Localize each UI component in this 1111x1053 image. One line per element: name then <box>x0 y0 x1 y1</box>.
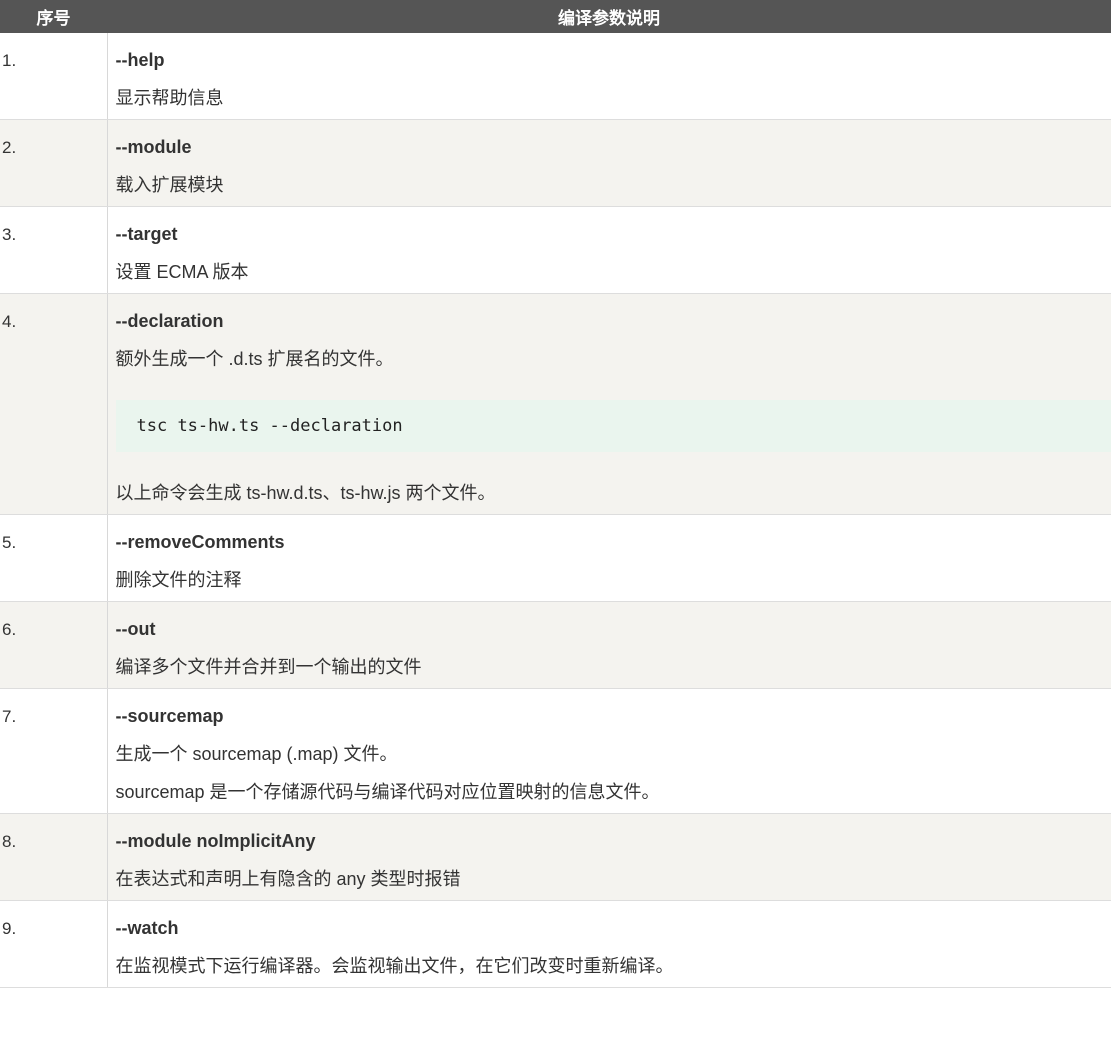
option-flag: --removeComments <box>115 532 285 552</box>
row-number: 4. <box>0 293 108 515</box>
option-flag: --watch <box>115 918 179 938</box>
option-description: 显示帮助信息 <box>115 88 224 108</box>
table-row: 4. --declaration 额外生成一个 .d.ts 扩展名的文件。 ts… <box>0 293 1111 515</box>
row-number: 8. <box>0 813 108 901</box>
row-description-cell: --target 设置 ECMA 版本 <box>107 206 1111 294</box>
table-row: 6. --out 编译多个文件并合并到一个输出的文件 <box>0 601 1111 689</box>
row-number: 2. <box>0 119 108 207</box>
option-flag: --declaration <box>115 311 224 331</box>
option-flag: --target <box>115 224 178 244</box>
code-example: tsc ts-hw.ts --declaration <box>115 400 1111 452</box>
table-row: 9. --watch 在监视模式下运行编译器。会监视输出文件，在它们改变时重新编… <box>0 900 1111 988</box>
option-flag: --help <box>115 50 165 70</box>
option-description: 生成一个 sourcemap (.map) 文件。 <box>115 744 398 764</box>
table-header: 序号 编译参数说明 <box>0 0 1111 33</box>
table-row: 3. --target 设置 ECMA 版本 <box>0 206 1111 294</box>
table-row: 1. --help 显示帮助信息 <box>0 33 1111 120</box>
table-row: 8. --module noImplicitAny 在表达式和声明上有隐含的 a… <box>0 813 1111 901</box>
table-body: 1. --help 显示帮助信息 2. --module 载入扩展模块 3. -… <box>0 33 1111 988</box>
option-description: 额外生成一个 .d.ts 扩展名的文件。 <box>115 349 394 369</box>
option-description-extra: sourcemap 是一个存储源代码与编译代码对应位置映射的信息文件。 <box>115 782 660 802</box>
row-description-cell: --module 载入扩展模块 <box>107 119 1111 207</box>
option-description: 删除文件的注释 <box>115 570 242 590</box>
row-description-cell: --removeComments 删除文件的注释 <box>107 514 1111 602</box>
option-flag: --out <box>115 619 156 639</box>
row-number: 6. <box>0 601 108 689</box>
row-number: 9. <box>0 900 108 988</box>
row-description-cell: --module noImplicitAny 在表达式和声明上有隐含的 any … <box>107 813 1111 901</box>
row-description-cell: --help 显示帮助信息 <box>107 33 1111 120</box>
option-description: 载入扩展模块 <box>115 175 224 195</box>
table-row: 5. --removeComments 删除文件的注释 <box>0 514 1111 602</box>
compiler-options-table: 序号 编译参数说明 1. --help 显示帮助信息 2. --module 载… <box>0 0 1111 988</box>
row-number: 7. <box>0 688 108 814</box>
table-row: 2. --module 载入扩展模块 <box>0 119 1111 207</box>
row-description-cell: --watch 在监视模式下运行编译器。会监视输出文件，在它们改变时重新编译。 <box>107 900 1111 988</box>
option-description: 编译多个文件并合并到一个输出的文件 <box>115 657 422 677</box>
option-flag: --module <box>115 137 192 157</box>
option-flag: --module noImplicitAny <box>115 831 316 851</box>
row-number: 5. <box>0 514 108 602</box>
option-flag: --sourcemap <box>115 706 224 726</box>
row-number: 3. <box>0 206 108 294</box>
header-number: 序号 <box>0 0 107 33</box>
row-description-cell: --out 编译多个文件并合并到一个输出的文件 <box>107 601 1111 689</box>
option-description: 在监视模式下运行编译器。会监视输出文件，在它们改变时重新编译。 <box>115 956 674 976</box>
table-row: 7. --sourcemap 生成一个 sourcemap (.map) 文件。… <box>0 688 1111 814</box>
option-description: 在表达式和声明上有隐含的 any 类型时报错 <box>115 869 461 889</box>
row-number: 1. <box>0 33 108 120</box>
row-description-cell: --sourcemap 生成一个 sourcemap (.map) 文件。 so… <box>107 688 1111 814</box>
option-description: 设置 ECMA 版本 <box>115 262 249 282</box>
table-header-row: 序号 编译参数说明 <box>0 0 1111 33</box>
row-description-cell: --declaration 额外生成一个 .d.ts 扩展名的文件。 tsc t… <box>107 293 1111 515</box>
header-description: 编译参数说明 <box>107 0 1111 33</box>
code-explanation: 以上命令会生成 ts-hw.d.ts、ts-hw.js 两个文件。 <box>115 483 496 503</box>
